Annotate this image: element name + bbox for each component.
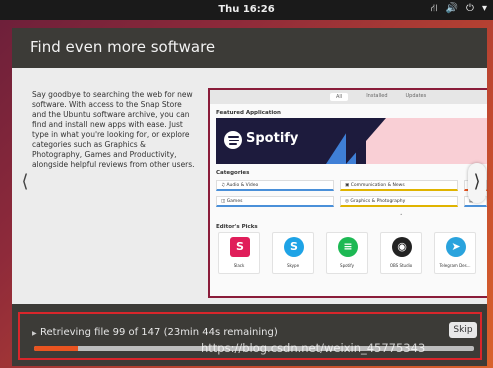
pick-spotify: ≡ Spotify [326, 232, 368, 274]
featured-app-name: Spotify [246, 131, 299, 146]
preview-tabbar: All Installed Updates [210, 90, 487, 104]
slack-icon: S [230, 237, 250, 257]
spotify-icon [224, 131, 242, 149]
categories-label: Categories [216, 170, 250, 176]
top-bar: Thu 16:26 ⛙ 🔊 ⏻ ▾ [0, 0, 493, 20]
pick-telegram: ➤ Telegram Des... [434, 232, 476, 274]
progress-fill [34, 346, 78, 351]
slide-title: Find even more software [30, 38, 216, 56]
spotify-app-icon: ≡ [338, 237, 358, 257]
slide-header: Find even more software [12, 28, 487, 68]
category-communication-news: ▣ Communication & News [340, 180, 458, 191]
category-graphics-photography: ◎ Graphics & Photography [340, 196, 458, 207]
preview-tab-installed: Installed [366, 93, 388, 99]
featured-banner: Spotify [216, 118, 487, 164]
obs-icon: ◉ [392, 237, 412, 257]
skip-button[interactable]: Skip [449, 322, 477, 338]
clock[interactable]: Thu 16:26 [0, 4, 493, 15]
more-categories-indicator: • [400, 212, 403, 217]
pick-slack: S Slack [218, 232, 260, 274]
editors-picks-label: Editor's Picks [216, 224, 258, 230]
system-tray[interactable]: ⛙ 🔊 ⏻ ▾ [431, 3, 487, 15]
slide-description: Say goodbye to searching the web for new… [32, 90, 195, 169]
software-center-preview: All Installed Updates Featured Applicati… [208, 88, 487, 298]
chevron-down-icon[interactable]: ▾ [482, 3, 487, 15]
expand-details-icon[interactable]: ▶ [32, 330, 37, 337]
skype-icon: S [284, 237, 304, 257]
installer-window: Find even more software ⟨ Say goodbye to… [12, 28, 487, 366]
preview-tab-updates: Updates [405, 93, 427, 99]
pick-skype: S Skype [272, 232, 314, 274]
network-icon[interactable]: ⛙ [431, 3, 438, 15]
category-audio-video: ♫ Audio & Video [216, 180, 334, 191]
preview-tab-all: All [330, 93, 349, 101]
progress-status-text: Retrieving file 99 of 147 (23min 44s rem… [40, 327, 278, 338]
telegram-icon: ➤ [446, 237, 466, 257]
watermark: https://blog.csdn.net/weixin_45775343 [201, 341, 426, 355]
category-games: ◫ Games [216, 196, 334, 207]
next-slide-button[interactable]: ⟩ [468, 163, 486, 203]
slide-content: ⟨ Say goodbye to searching the web for n… [12, 68, 487, 304]
featured-label: Featured Application [216, 110, 281, 116]
power-icon[interactable]: ⏻ [466, 3, 474, 15]
progress-panel: ▶ Retrieving file 99 of 147 (23min 44s r… [12, 304, 487, 366]
pick-obs-studio: ◉ OBS Studio [380, 232, 422, 274]
volume-icon[interactable]: 🔊 [446, 3, 458, 15]
